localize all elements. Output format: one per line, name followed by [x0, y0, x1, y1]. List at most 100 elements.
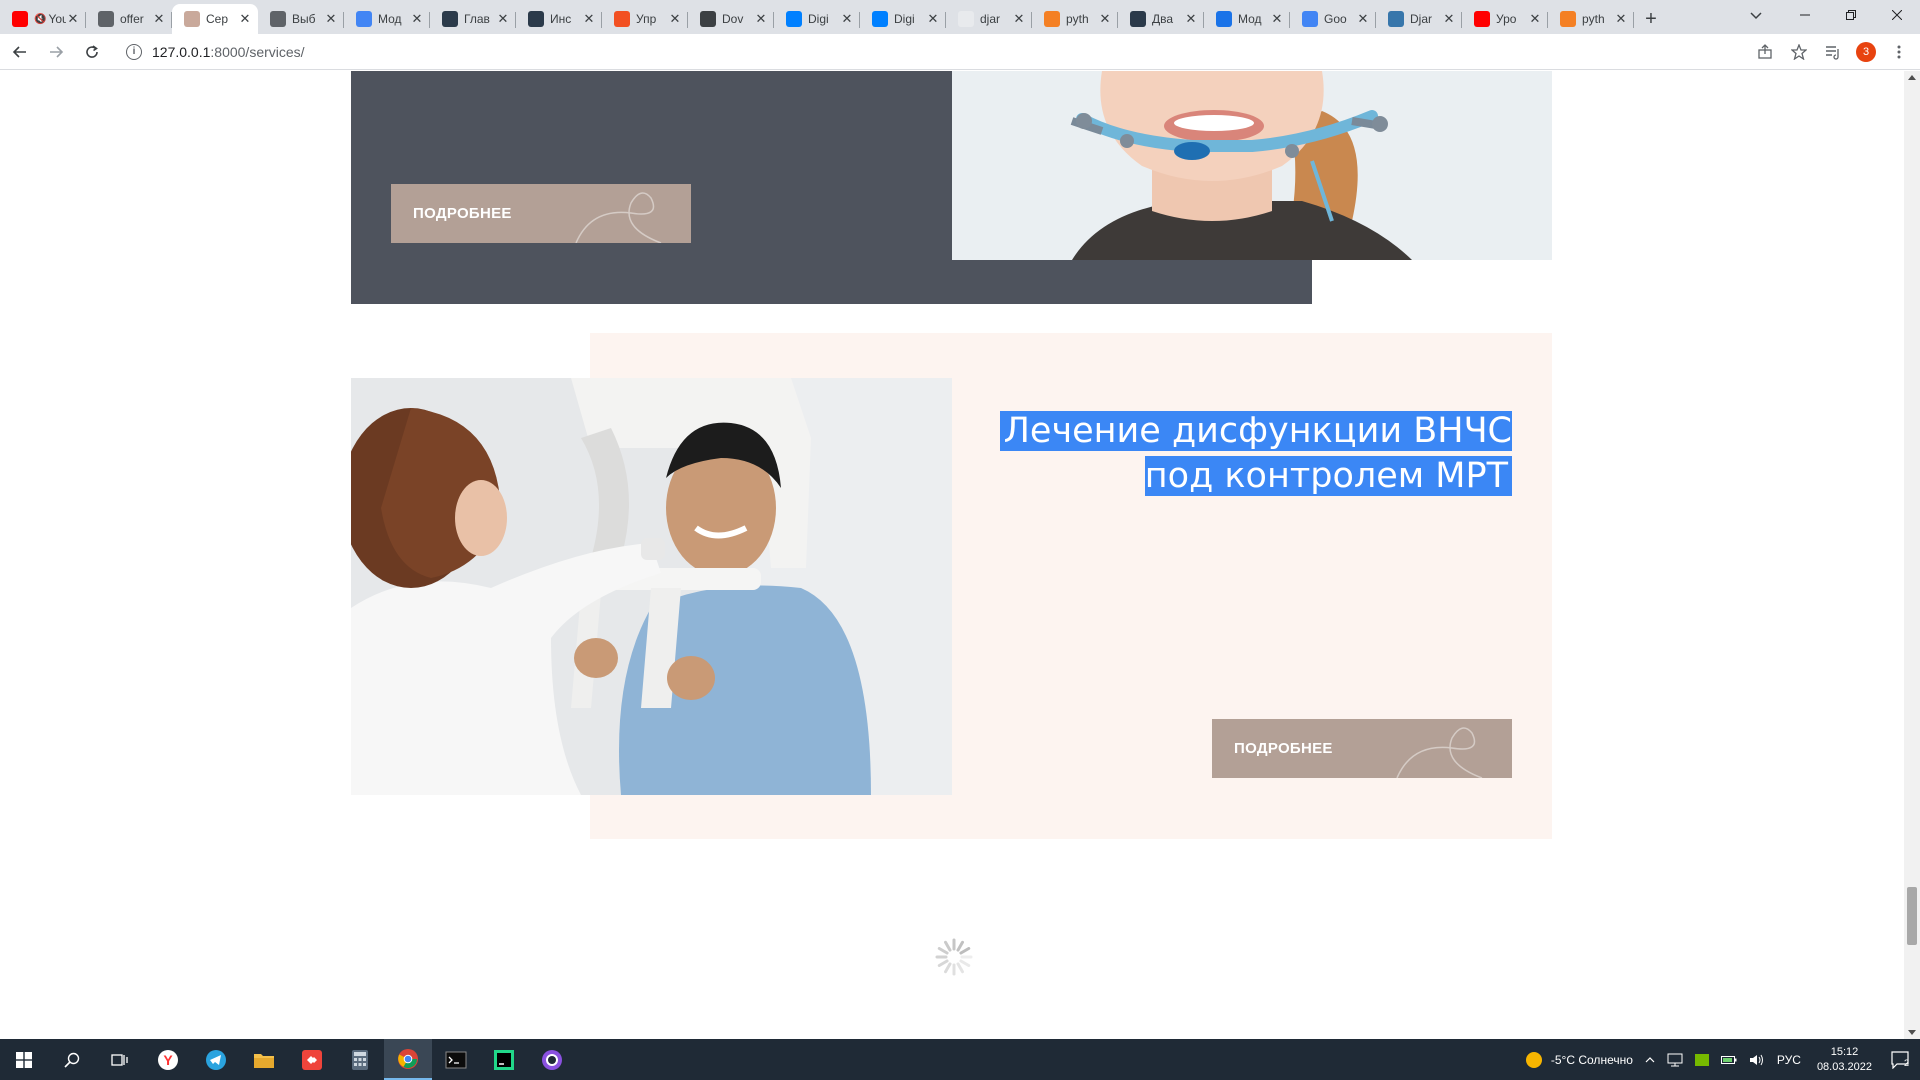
site-info-icon[interactable]: i: [126, 43, 142, 60]
tab-close-icon[interactable]: ✕: [1442, 11, 1456, 27]
tray-battery[interactable]: [1720, 1054, 1737, 1066]
address-bar[interactable]: i 127.0.0.1:8000/services/: [118, 38, 1758, 66]
browser-tab[interactable]: djar ✕: [946, 4, 1032, 34]
browser-tab[interactable]: Мод ✕: [1204, 4, 1290, 34]
spinner-ray: [944, 962, 952, 974]
close-window-button[interactable]: [1874, 0, 1920, 30]
minimize-button[interactable]: [1782, 0, 1828, 30]
tray-network[interactable]: [1667, 1053, 1683, 1067]
taskbar-telegram[interactable]: [192, 1039, 240, 1080]
action-center-button[interactable]: 2: [1882, 1039, 1920, 1080]
menu-button[interactable]: [1888, 41, 1910, 63]
browser-tab[interactable]: Глав ✕: [430, 4, 516, 34]
muted-speaker-icon[interactable]: 🔇: [34, 14, 46, 25]
tray-volume[interactable]: [1749, 1053, 1765, 1067]
tab-favicon-icon: [1474, 11, 1490, 27]
taskbar-github-desktop[interactable]: [528, 1039, 576, 1080]
scrollbar-thumb[interactable]: [1907, 887, 1917, 945]
tray-show-hidden-button[interactable]: [1645, 1056, 1655, 1063]
taskbar-chrome[interactable]: [384, 1039, 432, 1080]
service-1-more-button[interactable]: ПОДРОБНЕЕ: [391, 184, 691, 243]
reload-icon: [86, 44, 98, 58]
tab-close-icon[interactable]: ✕: [238, 11, 252, 27]
spinner-ray: [944, 940, 952, 952]
spinner-ray: [937, 947, 949, 955]
tab-favicon-icon: [700, 11, 716, 27]
taskbar-terminal[interactable]: [432, 1039, 480, 1080]
taskbar-yandex-browser[interactable]: Y: [144, 1039, 192, 1080]
tab-close-icon[interactable]: ✕: [1098, 11, 1112, 27]
task-view-button[interactable]: [96, 1039, 144, 1080]
browser-tab[interactable]: Digi ✕: [860, 4, 946, 34]
tab-close-icon[interactable]: ✕: [152, 11, 166, 27]
share-button[interactable]: [1754, 41, 1776, 63]
more-button-label: ПОДРОБНЕЕ: [1234, 740, 1333, 757]
browser-tab[interactable]: 🔇YouTube✕: [0, 4, 86, 34]
window-controls: [1782, 0, 1920, 30]
tab-title: Глав: [464, 12, 490, 26]
tab-close-icon[interactable]: ✕: [1614, 11, 1628, 27]
restore-button[interactable]: [1828, 0, 1874, 30]
browser-tab[interactable]: Goo ✕: [1290, 4, 1376, 34]
browser-tab[interactable]: Сер ✕: [172, 4, 258, 34]
forward-button[interactable]: [40, 36, 72, 68]
tab-favicon-icon: [614, 11, 630, 27]
tab-close-icon[interactable]: ✕: [496, 11, 510, 27]
new-tab-button[interactable]: +: [1634, 4, 1668, 34]
browser-tab[interactable]: Djar ✕: [1376, 4, 1462, 34]
tab-close-icon[interactable]: ✕: [1528, 11, 1542, 27]
browser-tab[interactable]: Dov ✕: [688, 4, 774, 34]
browser-tab[interactable]: pyth ✕: [1032, 4, 1118, 34]
scroll-down-arrow-icon[interactable]: [1908, 1030, 1916, 1035]
tab-close-icon[interactable]: ✕: [66, 11, 80, 27]
browser-tab[interactable]: pyth ✕: [1548, 4, 1634, 34]
chevron-down-icon: [1750, 12, 1762, 20]
tray-nvidia[interactable]: [1694, 1053, 1709, 1066]
taskbar-file-explorer[interactable]: [240, 1039, 288, 1080]
tab-close-icon[interactable]: ✕: [1270, 11, 1284, 27]
browser-tab[interactable]: offer ✕: [86, 4, 172, 34]
tab-close-icon[interactable]: ✕: [1184, 11, 1198, 27]
clock-time: 15:12: [1830, 1045, 1859, 1058]
taskbar-search-button[interactable]: [48, 1039, 96, 1080]
scroll-up-arrow-icon[interactable]: [1908, 75, 1916, 80]
bookmark-button[interactable]: [1788, 41, 1810, 63]
spinner-ray: [956, 962, 964, 974]
back-button[interactable]: [4, 36, 36, 68]
browser-tab[interactable]: Digi ✕: [774, 4, 860, 34]
tab-title: Digi: [808, 12, 829, 26]
service-2-more-button[interactable]: ПОДРОБНЕЕ: [1212, 719, 1512, 778]
tab-close-icon[interactable]: ✕: [754, 11, 768, 27]
taskbar-calculator[interactable]: [336, 1039, 384, 1080]
tab-close-icon[interactable]: ✕: [410, 11, 424, 27]
taskbar-pycharm[interactable]: [480, 1039, 528, 1080]
tab-close-icon[interactable]: ✕: [668, 11, 682, 27]
reading-list-button[interactable]: [1822, 41, 1844, 63]
browser-tab[interactable]: Инс ✕: [516, 4, 602, 34]
reload-button[interactable]: [76, 36, 108, 68]
clock[interactable]: 15:12 08.03.2022: [1817, 1045, 1872, 1075]
page-scrollbar[interactable]: [1904, 71, 1920, 1039]
tab-title: Инс: [550, 12, 572, 26]
tab-close-icon[interactable]: ✕: [840, 11, 854, 27]
share-icon: [1758, 44, 1772, 59]
weather-text: -5°C Солнечно: [1550, 1052, 1633, 1067]
tab-close-icon[interactable]: ✕: [324, 11, 338, 27]
weather-widget[interactable]: -5°C Солнечно: [1525, 1051, 1633, 1069]
start-button[interactable]: [0, 1039, 48, 1080]
tab-search-button[interactable]: [1742, 4, 1770, 28]
tab-close-icon[interactable]: ✕: [1356, 11, 1370, 27]
browser-tab[interactable]: Уро ✕: [1462, 4, 1548, 34]
language-indicator[interactable]: РУС: [1777, 1053, 1801, 1067]
tab-title: offer: [120, 12, 144, 26]
tab-close-icon[interactable]: ✕: [582, 11, 596, 27]
tab-close-icon[interactable]: ✕: [926, 11, 940, 27]
browser-tab[interactable]: Упр ✕: [602, 4, 688, 34]
tab-close-icon[interactable]: ✕: [1012, 11, 1026, 27]
browser-tab[interactable]: Два ✕: [1118, 4, 1204, 34]
taskbar-anydesk[interactable]: [288, 1039, 336, 1080]
browser-tab[interactable]: Выб ✕: [258, 4, 344, 34]
browser-tab[interactable]: Мод ✕: [344, 4, 430, 34]
profile-avatar[interactable]: 3: [1856, 42, 1876, 62]
tab-favicon-icon: [1216, 11, 1232, 27]
